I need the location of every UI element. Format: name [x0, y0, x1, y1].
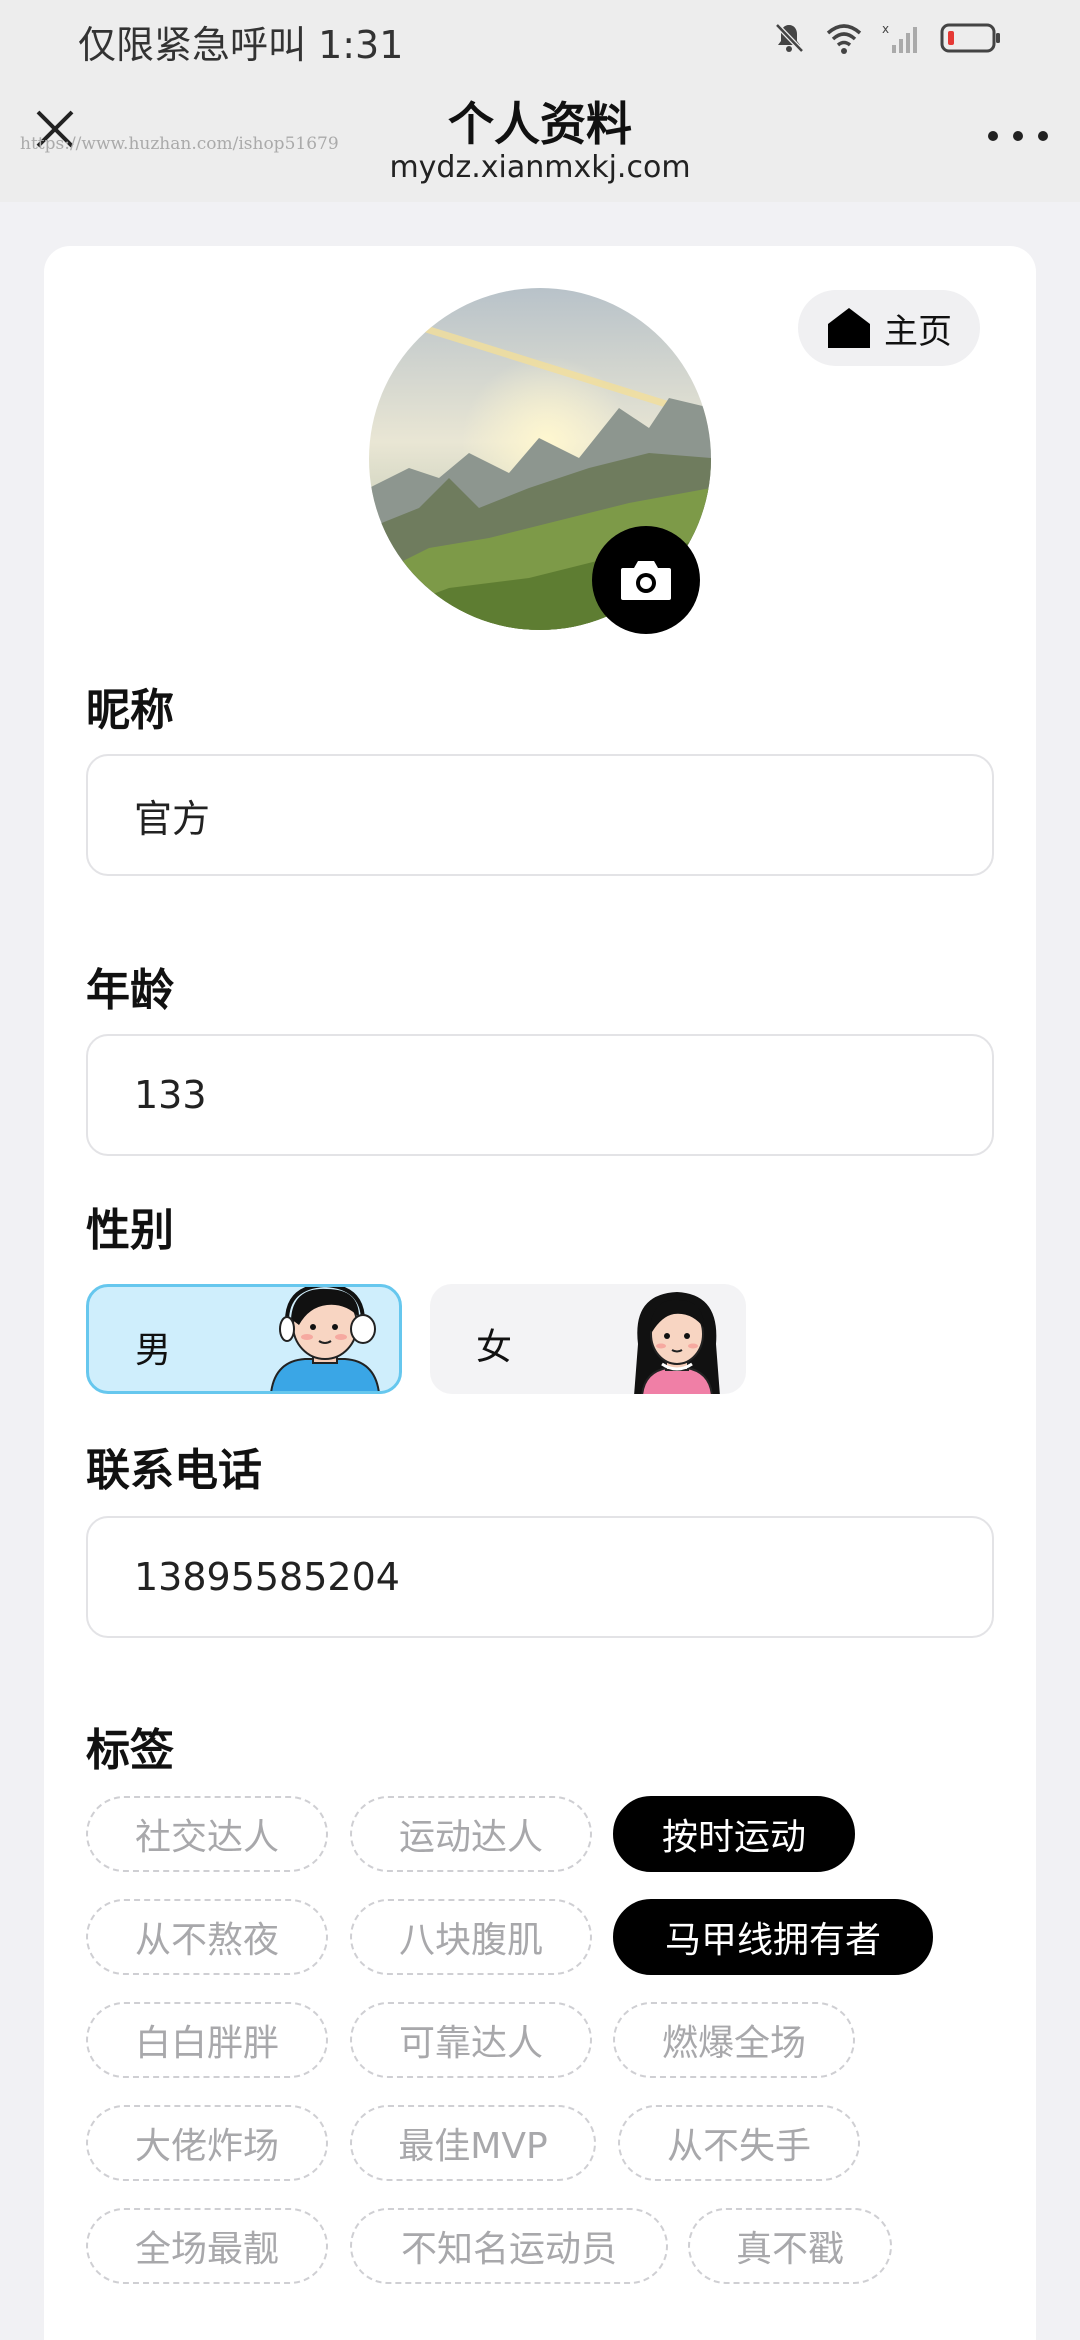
tag-chip[interactable]: 八块腹肌 [350, 1899, 592, 1975]
change-avatar-button[interactable] [592, 526, 700, 634]
phone-label: 联系电话 [86, 1445, 262, 1496]
gender-label: 性别 [86, 1205, 174, 1256]
more-dot-icon [1038, 131, 1048, 141]
nav-bar: https://www.huzhan.com/ishop51679 个人资料 m… [0, 78, 1080, 202]
gender-option-male[interactable]: 男 [86, 1284, 402, 1394]
tag-chip[interactable]: 大佬炸场 [86, 2105, 328, 2181]
signal-icon: x [882, 22, 917, 53]
gender-option-label: 女 [476, 1327, 513, 1368]
more-dot-icon [1013, 131, 1023, 141]
svg-text:x: x [882, 22, 889, 36]
home-button-label: 主页 [884, 311, 952, 352]
age-label: 年龄 [86, 965, 174, 1016]
tag-chip[interactable]: 马甲线拥有者 [613, 1899, 933, 1975]
home-icon [828, 308, 870, 348]
nickname-field[interactable]: 官方 [86, 754, 994, 876]
tag-chip[interactable]: 最佳MVP [350, 2105, 596, 2181]
status-bar: 仅限紧急呼叫 1:31 x [0, 0, 1080, 78]
tag-chip[interactable]: 可靠达人 [350, 2002, 592, 2078]
status-icons: x [772, 18, 1002, 58]
tag-chip[interactable]: 白白胖胖 [86, 2002, 328, 2078]
girl-avatar-icon [634, 1292, 720, 1394]
tag-chip[interactable]: 真不戳 [688, 2208, 892, 2284]
camera-icon [621, 561, 671, 600]
nickname-label: 昵称 [86, 685, 174, 736]
tag-chip[interactable]: 不知名运动员 [350, 2208, 668, 2284]
gender-option-female[interactable]: 女 [430, 1284, 746, 1394]
age-field[interactable]: 133 [86, 1034, 994, 1156]
tag-chip[interactable]: 全场最靓 [86, 2208, 328, 2284]
more-dot-icon [988, 131, 998, 141]
phone-field[interactable]: 13895585204 [86, 1516, 994, 1638]
tag-chip[interactable]: 按时运动 [613, 1796, 855, 1872]
page-title: 个人资料 [448, 97, 632, 151]
bell-muted-icon [775, 23, 804, 53]
tag-chip[interactable]: 从不熬夜 [86, 1899, 328, 1975]
more-menu-button[interactable] [988, 126, 1048, 146]
tag-chip[interactable]: 燃爆全场 [613, 2002, 855, 2078]
tag-chip[interactable]: 运动达人 [350, 1796, 592, 1872]
tags-label: 标签 [86, 1725, 174, 1776]
home-button[interactable]: 主页 [798, 290, 980, 366]
battery-icon [940, 23, 1000, 53]
tag-chip[interactable]: 社交达人 [86, 1796, 328, 1872]
tag-chip[interactable]: 从不失手 [618, 2105, 860, 2181]
status-text: 仅限紧急呼叫 1:31 [78, 23, 404, 67]
gender-option-label: 男 [135, 1330, 172, 1371]
page-url: mydz.xianmxkj.com [389, 150, 691, 185]
profile-card: 主页 昵称 官方 年龄 133 性别 男 女 联系电话 13895585204 … [44, 246, 1036, 2340]
boy-avatar-icon [270, 1287, 380, 1391]
wifi-icon [826, 24, 862, 54]
